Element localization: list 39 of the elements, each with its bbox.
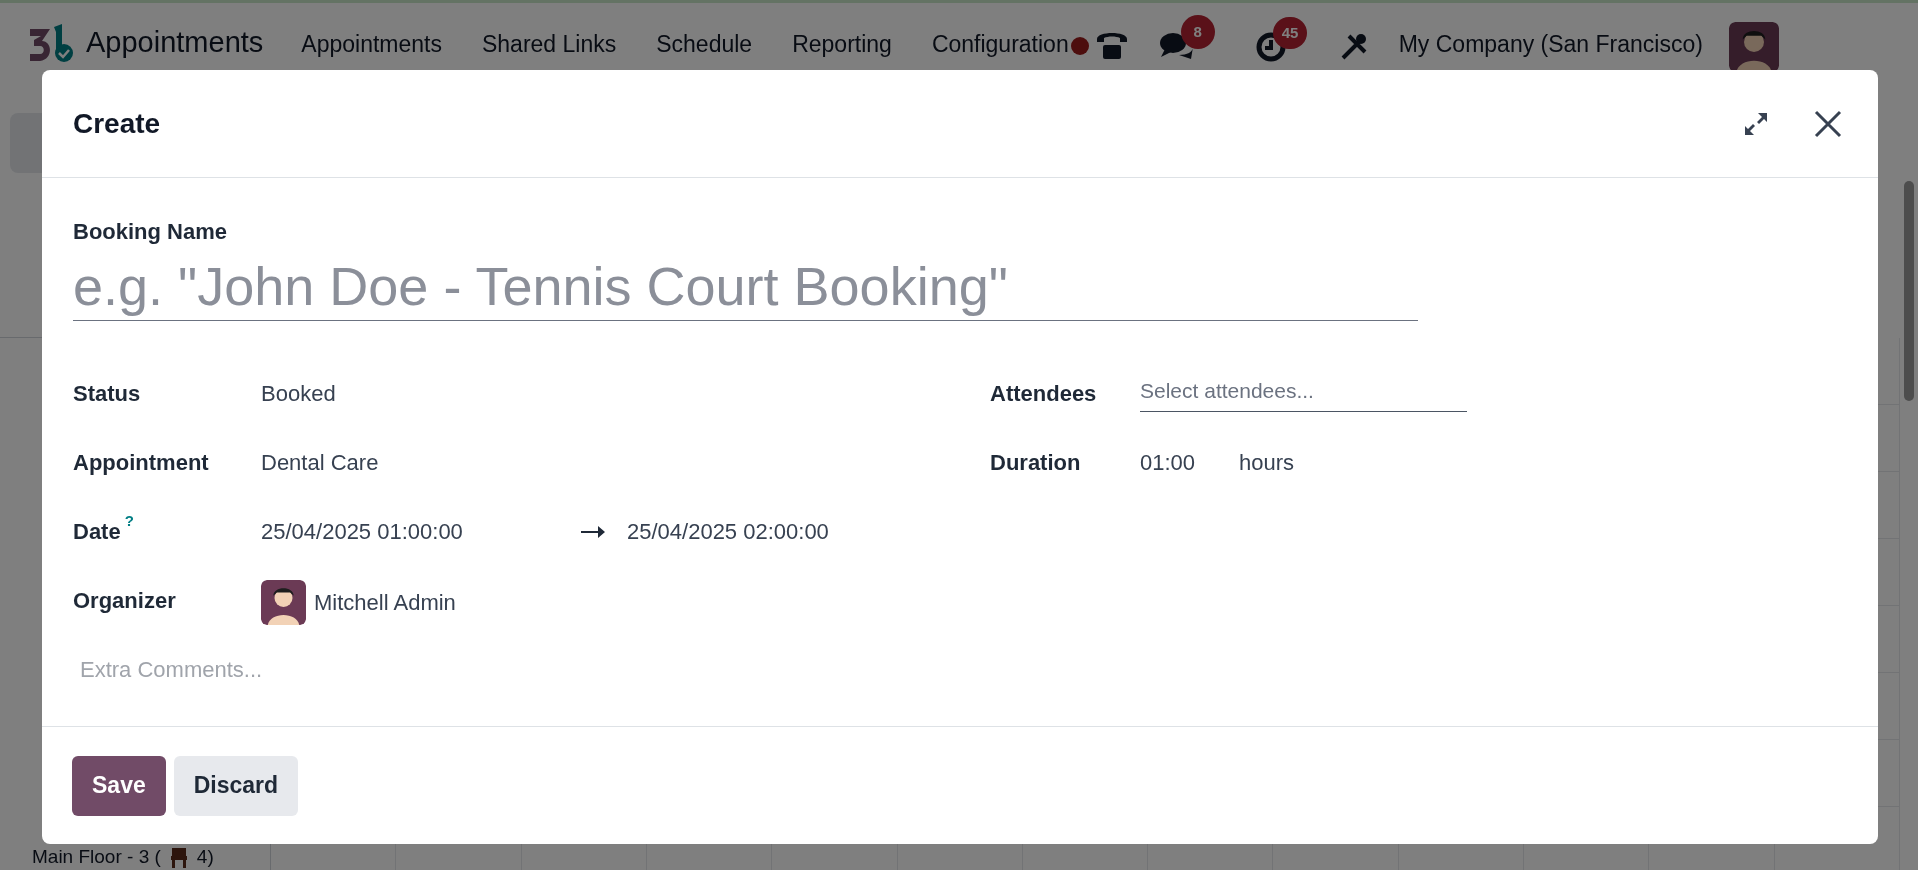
seat-count: 4): [196, 847, 214, 867]
attendees-field[interactable]: Select attendees...: [1140, 375, 1467, 412]
app-logo-icon[interactable]: [28, 23, 74, 63]
discard-button[interactable]: Discard: [173, 755, 299, 816]
field-label: Attendees: [990, 380, 1098, 408]
menu-item[interactable]: Appointments: [301, 27, 442, 62]
menu-item[interactable]: Schedule: [656, 27, 753, 62]
duration-field[interactable]: 01:00: [1140, 446, 1196, 479]
dialog-title: Create: [73, 106, 162, 141]
company-name[interactable]: My Company (San Francisco): [1398, 27, 1703, 62]
field-value[interactable]: Booked: [261, 377, 336, 410]
help-tooltip[interactable]: ?: [124, 513, 134, 528]
app-name[interactable]: Appointments: [86, 21, 264, 65]
field-label: Date: [73, 518, 121, 546]
menu-item[interactable]: Configuration: [931, 27, 1069, 62]
arrow-right-icon: [581, 524, 605, 539]
booking-name-field[interactable]: e.g. "John Doe - Tennis Court Booking": [73, 252, 1418, 321]
end-date-field[interactable]: 25/04/2025 02:00:00: [627, 515, 829, 548]
resource-name: Main Floor - 3 (: [32, 847, 161, 867]
menu-item[interactable]: Reporting: [792, 27, 892, 62]
field-label: Booking Name: [73, 218, 228, 246]
start-date-field[interactable]: 25/04/2025 01:00:00: [261, 515, 581, 548]
avatar-icon: [261, 580, 306, 625]
field-label: Status: [73, 380, 141, 408]
scrollbar[interactable]: [1904, 181, 1914, 401]
save-button[interactable]: Save: [72, 755, 166, 816]
field-label: Appointment: [73, 449, 209, 477]
duration-unit: hours: [1239, 449, 1295, 477]
comments-field[interactable]: Extra Comments...: [80, 653, 680, 686]
organizer-name[interactable]: Mitchell Admin: [314, 586, 456, 619]
user-avatar-icon: [1728, 22, 1779, 72]
field-label: Duration: [990, 449, 1082, 477]
chat-icon[interactable]: [1158, 31, 1195, 61]
activity-count-badge: 45: [1272, 17, 1308, 49]
chair-icon: [168, 846, 189, 868]
field-value[interactable]: Dental Care: [261, 446, 379, 479]
field-label: Organizer: [73, 587, 176, 615]
menu-item[interactable]: Shared Links: [481, 27, 617, 62]
message-count-badge: 8: [1180, 15, 1215, 49]
